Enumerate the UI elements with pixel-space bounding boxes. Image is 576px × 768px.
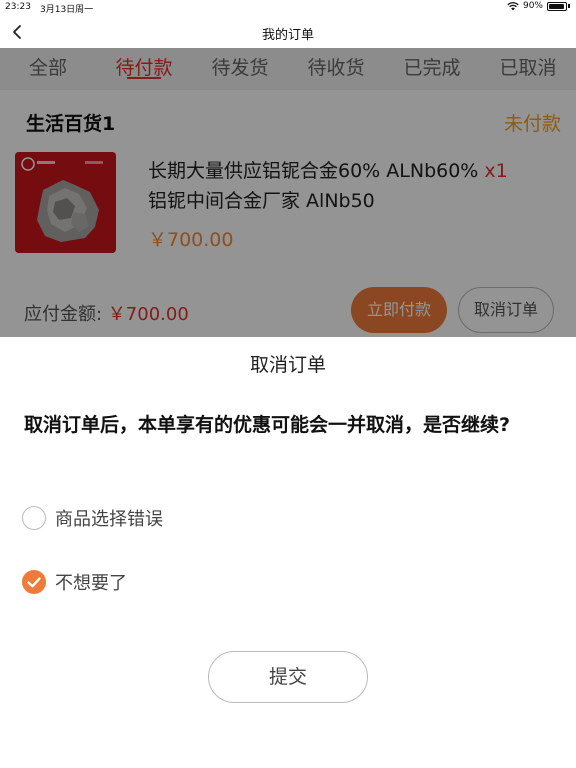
nav-bar: 我的订单 — [0, 16, 576, 48]
option-label: 商品选择错误 — [55, 509, 163, 530]
radio-checked[interactable] — [22, 570, 46, 594]
option-no-longer-wanted[interactable]: 不想要了 — [22, 569, 127, 595]
submit-button[interactable]: 提交 — [208, 651, 368, 703]
cancel-order-sheet: 取消订单 取消订单后，本单享有的优惠可能会一并取消，是否继续? 商品选择错误 不… — [0, 337, 576, 768]
cancel-question: 取消订单后，本单享有的优惠可能会一并取消，是否继续? — [24, 414, 511, 436]
option-wrong-item[interactable]: 商品选择错误 — [22, 505, 163, 531]
status-bar: 23:23 3月13日周一 90% — [0, 0, 576, 16]
wifi-icon — [507, 1, 519, 10]
option-label: 不想要了 — [55, 573, 127, 594]
modal-overlay[interactable] — [0, 48, 576, 337]
battery-percent: 90% — [522, 1, 543, 11]
sheet-title: 取消订单 — [249, 354, 326, 376]
page-title: 我的订单 — [261, 28, 314, 43]
status-right: 90% — [507, 1, 570, 11]
battery-cap — [568, 4, 570, 8]
radio-unchecked[interactable] — [22, 506, 46, 530]
status-date: 3月13日周一 — [40, 5, 94, 15]
battery-icon — [547, 1, 567, 11]
check-icon — [27, 577, 41, 588]
status-time: 23:23 — [5, 2, 31, 12]
